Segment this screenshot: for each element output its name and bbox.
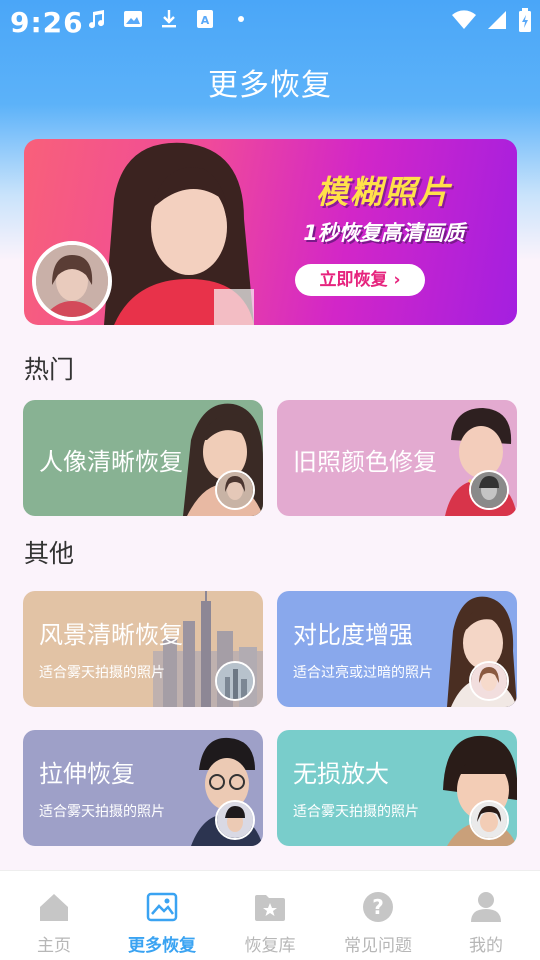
card-portrait-restore[interactable]: 人像清晰恢复 [23, 400, 263, 516]
card-title: 对比度增强 [293, 621, 413, 649]
page-title: 更多恢复 [208, 68, 332, 103]
app-store-icon: A [194, 8, 216, 30]
card-contrast-enhance[interactable]: 对比度增强 适合过亮或过暗的照片 [277, 591, 517, 707]
dot-icon [230, 8, 252, 30]
system-icons [452, 8, 532, 36]
download-icon [158, 8, 180, 30]
card-avatar [215, 661, 255, 701]
card-avatar [469, 470, 509, 510]
svg-text:A: A [201, 14, 210, 27]
card-title: 拉伸恢复 [39, 760, 135, 788]
nav-item-restore-library[interactable]: 恢复库 [216, 889, 324, 956]
status-bar: 9:26 A [0, 0, 540, 44]
nav-label: 常见问题 [344, 936, 412, 956]
card-subtitle: 适合雾天拍摄的照片 [39, 665, 165, 681]
folder-star-icon [255, 895, 285, 921]
banner-title: 模糊照片 [315, 173, 452, 211]
card-old-photo-color[interactable]: 旧照颜色修复 [277, 400, 517, 516]
card-subtitle: 适合过亮或过暗的照片 [293, 665, 433, 681]
card-subtitle: 适合雾天拍摄的照片 [293, 804, 419, 820]
bottom-navigation: 主页 更多恢复 恢复库 ? 常见问题 我的 [0, 870, 540, 960]
image-icon [122, 8, 144, 30]
wifi-icon [452, 9, 476, 35]
card-stretch-restore[interactable]: 拉伸恢复 适合雾天拍摄的照片 [23, 730, 263, 846]
question-icon: ? [363, 892, 393, 922]
status-time: 9:26 [10, 6, 84, 39]
battery-icon [518, 8, 532, 36]
card-avatar [469, 800, 509, 840]
card-avatar [215, 800, 255, 840]
signal-icon [486, 9, 508, 35]
card-title: 旧照颜色修复 [293, 448, 437, 476]
nav-item-more-restore[interactable]: 更多恢复 [108, 889, 216, 956]
restore-now-button[interactable]: 立即恢复 › [295, 264, 425, 296]
banner-subtitle: 1秒恢复高清画质 [303, 221, 465, 245]
nav-label: 我的 [469, 936, 503, 956]
promo-banner[interactable]: 模糊照片 1秒恢复高清画质 立即恢复 › [24, 139, 517, 325]
card-lossless-upscale[interactable]: 无损放大 适合雾天拍摄的照片 [277, 730, 517, 846]
banner-portrait [104, 142, 254, 325]
music-icon [86, 8, 108, 30]
card-title: 风景清晰恢复 [39, 621, 183, 649]
nav-item-faq[interactable]: ? 常见问题 [324, 889, 432, 956]
nav-item-mine[interactable]: 我的 [432, 889, 540, 956]
user-icon [471, 892, 501, 922]
section-title-hot: 热门 [24, 355, 75, 384]
svg-text:?: ? [372, 895, 384, 919]
card-avatar [469, 661, 509, 701]
card-avatar [215, 470, 255, 510]
banner-thumbnail [32, 241, 112, 321]
nav-label: 恢复库 [244, 936, 296, 956]
card-subtitle: 适合雾天拍摄的照片 [39, 804, 165, 820]
card-title: 无损放大 [293, 760, 389, 788]
home-icon [40, 894, 68, 921]
section-title-other: 其他 [24, 539, 75, 568]
card-landscape-restore[interactable]: 风景清晰恢复 适合雾天拍摄的照片 [23, 591, 263, 707]
nav-label: 主页 [37, 936, 71, 956]
card-title: 人像清晰恢复 [39, 448, 183, 476]
nav-item-home[interactable]: 主页 [0, 889, 108, 956]
image-icon [146, 892, 178, 922]
nav-label: 更多恢复 [128, 936, 196, 956]
notification-icons: A [86, 8, 252, 30]
